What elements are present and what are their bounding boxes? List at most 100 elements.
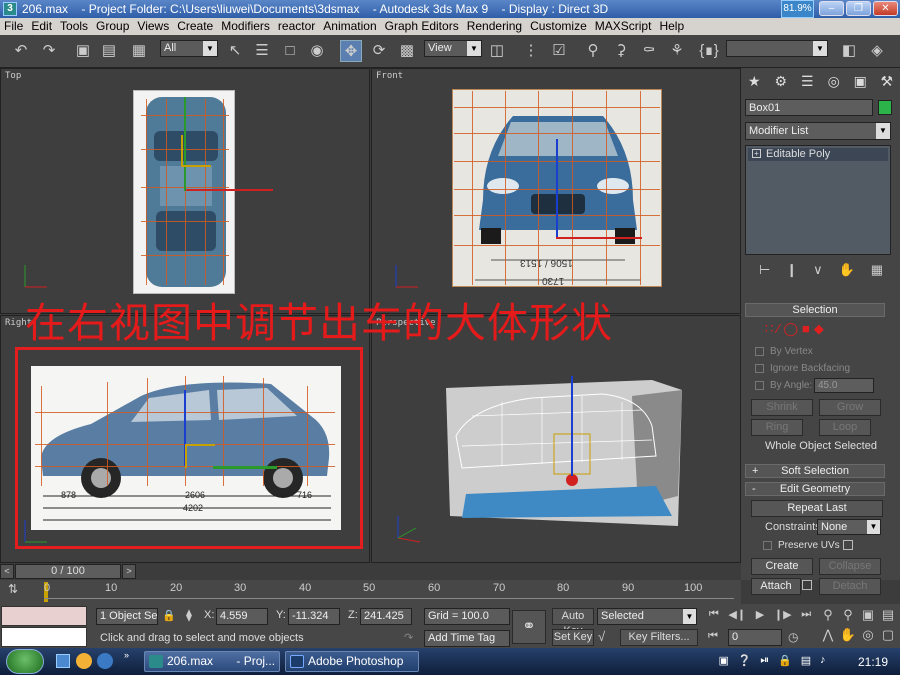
lock-selection-icon[interactable]: 🔒 (162, 609, 176, 622)
menu-file[interactable]: File (0, 18, 27, 35)
select-object-icon[interactable]: ↖ (224, 40, 246, 62)
field-of-view-icon[interactable]: ⋀ (818, 627, 838, 647)
show-desktop-icon[interactable] (56, 654, 70, 668)
undo-icon[interactable]: ↶ (10, 40, 32, 62)
current-frame-field[interactable]: 0 (728, 629, 782, 646)
play-icon[interactable]: ▶ (756, 608, 764, 626)
chevron-left-icon[interactable]: < (0, 564, 14, 579)
percent-snap-icon[interactable]: ⚰ (638, 40, 660, 62)
soft-selection-rollout-header[interactable]: + Soft Selection (745, 464, 885, 478)
make-unique-icon[interactable]: ∨ (813, 262, 823, 280)
edit-geometry-rollout-header[interactable]: - Edit Geometry (745, 482, 885, 496)
spinner-snap-icon[interactable]: ⚘ (666, 40, 688, 62)
keyboard-shortcut-icon[interactable]: ☑ (548, 40, 570, 62)
window-crossing-icon[interactable]: ◉ (306, 40, 328, 62)
angle-spinner[interactable]: 45.0 (814, 378, 874, 393)
taskbar-item-3dsmax[interactable]: 206.max - Proj... (144, 651, 280, 672)
zoom-all-icon[interactable]: ⚲ (838, 607, 858, 627)
loop-button[interactable]: Loop (819, 419, 871, 436)
auto-key-button[interactable]: Auto Key (552, 608, 594, 637)
named-selection-dropdown[interactable]: ▼ (726, 40, 828, 57)
display-tab-icon[interactable]: ▣ (850, 71, 870, 91)
tray-network-icon[interactable]: ▤ (801, 654, 811, 670)
remove-modifier-icon[interactable]: ✋ (839, 262, 855, 280)
app-icon[interactable]: 3 (3, 2, 17, 16)
maxscript-listener-top[interactable] (1, 606, 87, 626)
ignore-backfacing-checkbox[interactable]: Ignore Backfacing (755, 363, 850, 374)
menu-animation[interactable]: Animation (319, 18, 380, 35)
key-filters-button[interactable]: Key Filters... (620, 629, 698, 646)
selection-rollout-header[interactable]: Selection (745, 303, 885, 317)
previous-frame-icon[interactable]: ◀❙ (728, 608, 746, 626)
redo-icon[interactable]: ↷ (38, 40, 60, 62)
grow-button[interactable]: Grow (819, 399, 881, 416)
unlink-icon[interactable]: ▤ (98, 40, 120, 62)
maxscript-listener-bottom[interactable] (1, 627, 87, 647)
select-and-rotate-icon[interactable]: ⟳ (368, 40, 390, 62)
key-mode-toggle-icon[interactable]: ⏮ (708, 630, 718, 643)
next-frame-icon[interactable]: ❙▶ (774, 608, 792, 626)
shrink-button[interactable]: Shrink (751, 399, 813, 416)
maximize-button[interactable]: ❐ (846, 1, 871, 16)
snap-toggle-icon[interactable]: ⚲ (582, 40, 604, 62)
hierarchy-tab-icon[interactable]: ☰ (797, 71, 817, 91)
motion-tab-icon[interactable]: ◎ (824, 71, 844, 91)
zoom-extents-icon[interactable]: ▣ (858, 607, 878, 627)
modify-tab-icon[interactable]: ⚙ (771, 71, 791, 91)
select-link-icon[interactable]: ▣ (72, 40, 94, 62)
pin-stack-icon[interactable]: ⊢ (759, 262, 770, 280)
menu-group[interactable]: Group (92, 18, 133, 35)
select-and-move-icon[interactable]: ✥ (340, 40, 362, 62)
minimize-button[interactable]: – (819, 1, 844, 16)
by-vertex-checkbox[interactable]: By Vertex (755, 346, 813, 357)
zoom-extents-all-icon[interactable]: ▤ (878, 607, 898, 627)
create-tab-icon[interactable]: ★ (744, 71, 764, 91)
browser-icon[interactable] (97, 653, 113, 669)
attach-button[interactable]: Attach (751, 578, 801, 595)
subobject-level-icons[interactable]: ∷∕◯■◆ (765, 321, 885, 339)
select-by-name-icon[interactable]: ☰ (251, 40, 273, 62)
transform-mode-icon[interactable]: ⧫ (186, 608, 192, 622)
select-and-scale-icon[interactable]: ▩ (396, 40, 418, 62)
add-time-tag-button[interactable]: Add Time Tag (424, 630, 510, 647)
go-to-start-icon[interactable]: ⏮ (709, 608, 719, 626)
set-key-icon[interactable]: ⚭ (512, 610, 546, 644)
time-slider-thumb[interactable]: 0 / 100 (15, 564, 121, 579)
menu-tools[interactable]: Tools (56, 18, 92, 35)
expand-icon[interactable]: + (752, 149, 761, 158)
show-end-result-icon[interactable]: ❙ (786, 262, 797, 280)
tray-help-icon[interactable]: ❔ (738, 654, 752, 670)
constraints-dropdown[interactable]: None ▼ (817, 519, 881, 535)
angle-snap-icon[interactable]: ⚳ (610, 40, 632, 62)
collapse-button[interactable]: Collapse (819, 558, 881, 575)
tray-monitor-icon[interactable]: ▣ (718, 654, 728, 670)
rectangular-selection-icon[interactable]: □ (279, 40, 301, 62)
tray-lock-icon[interactable]: 🔒 (778, 654, 792, 670)
start-button[interactable] (6, 649, 44, 674)
menu-edit[interactable]: Edit (27, 18, 56, 35)
key-mode-dropdown[interactable]: Selected ▼ (597, 608, 697, 625)
object-name-field[interactable]: Box01 (745, 99, 873, 116)
selection-filter-dropdown[interactable]: All ▼ (160, 40, 218, 57)
x-coordinate-field[interactable]: 4.559 (216, 608, 268, 625)
modifier-list-dropdown[interactable]: Modifier List ▼ (745, 122, 891, 140)
viewport-right[interactable]: Right 878 2606 716 4202 (0, 315, 370, 563)
chevron-right-icon[interactable]: > (122, 564, 136, 579)
time-configuration-icon[interactable]: ◷ (788, 630, 798, 644)
menu-rendering[interactable]: Rendering (463, 18, 526, 35)
align-icon[interactable]: ◈ (866, 40, 888, 62)
orbit-icon[interactable]: ◎ (858, 627, 878, 647)
bind-space-warp-icon[interactable]: ▦ (128, 40, 150, 62)
z-coordinate-field[interactable]: 241.425 (360, 608, 412, 625)
named-selection-icon[interactable]: {∎} (698, 40, 720, 62)
viewport-perspective[interactable]: Perspective (371, 315, 741, 563)
utilities-tab-icon[interactable]: ⚒ (877, 71, 897, 91)
repeat-last-button[interactable]: Repeat Last (751, 500, 883, 517)
track-bar[interactable]: ⇅ 0 10 20 30 40 50 60 70 80 90 100 (0, 580, 741, 604)
chevron-right-icon[interactable]: » (124, 650, 129, 660)
maximize-viewport-icon[interactable]: ▢ (878, 627, 898, 647)
curve-editor-icon[interactable]: ⇅ (8, 582, 28, 600)
by-angle-checkbox[interactable]: By Angle: (755, 380, 812, 391)
detach-button[interactable]: Detach (819, 578, 881, 595)
menu-reactor[interactable]: reactor (274, 18, 319, 35)
